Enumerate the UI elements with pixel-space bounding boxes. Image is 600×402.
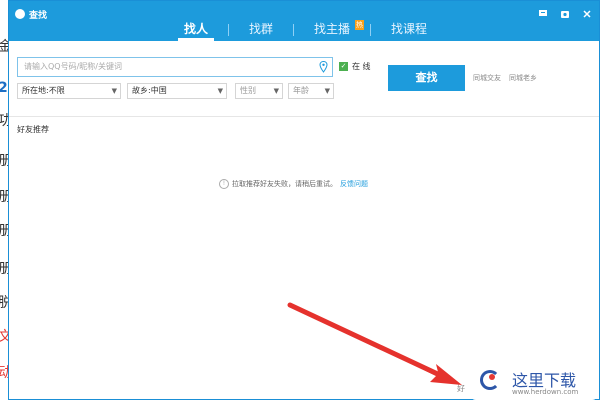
watermark-logo: 这里下载 www.herdown.com (470, 360, 598, 400)
logo-mark-icon (480, 370, 500, 390)
logo-dot (489, 374, 495, 380)
logo-url: www.herdown.com (512, 388, 579, 396)
annotation-arrow (287, 302, 462, 385)
arrow-shaft (287, 302, 445, 379)
